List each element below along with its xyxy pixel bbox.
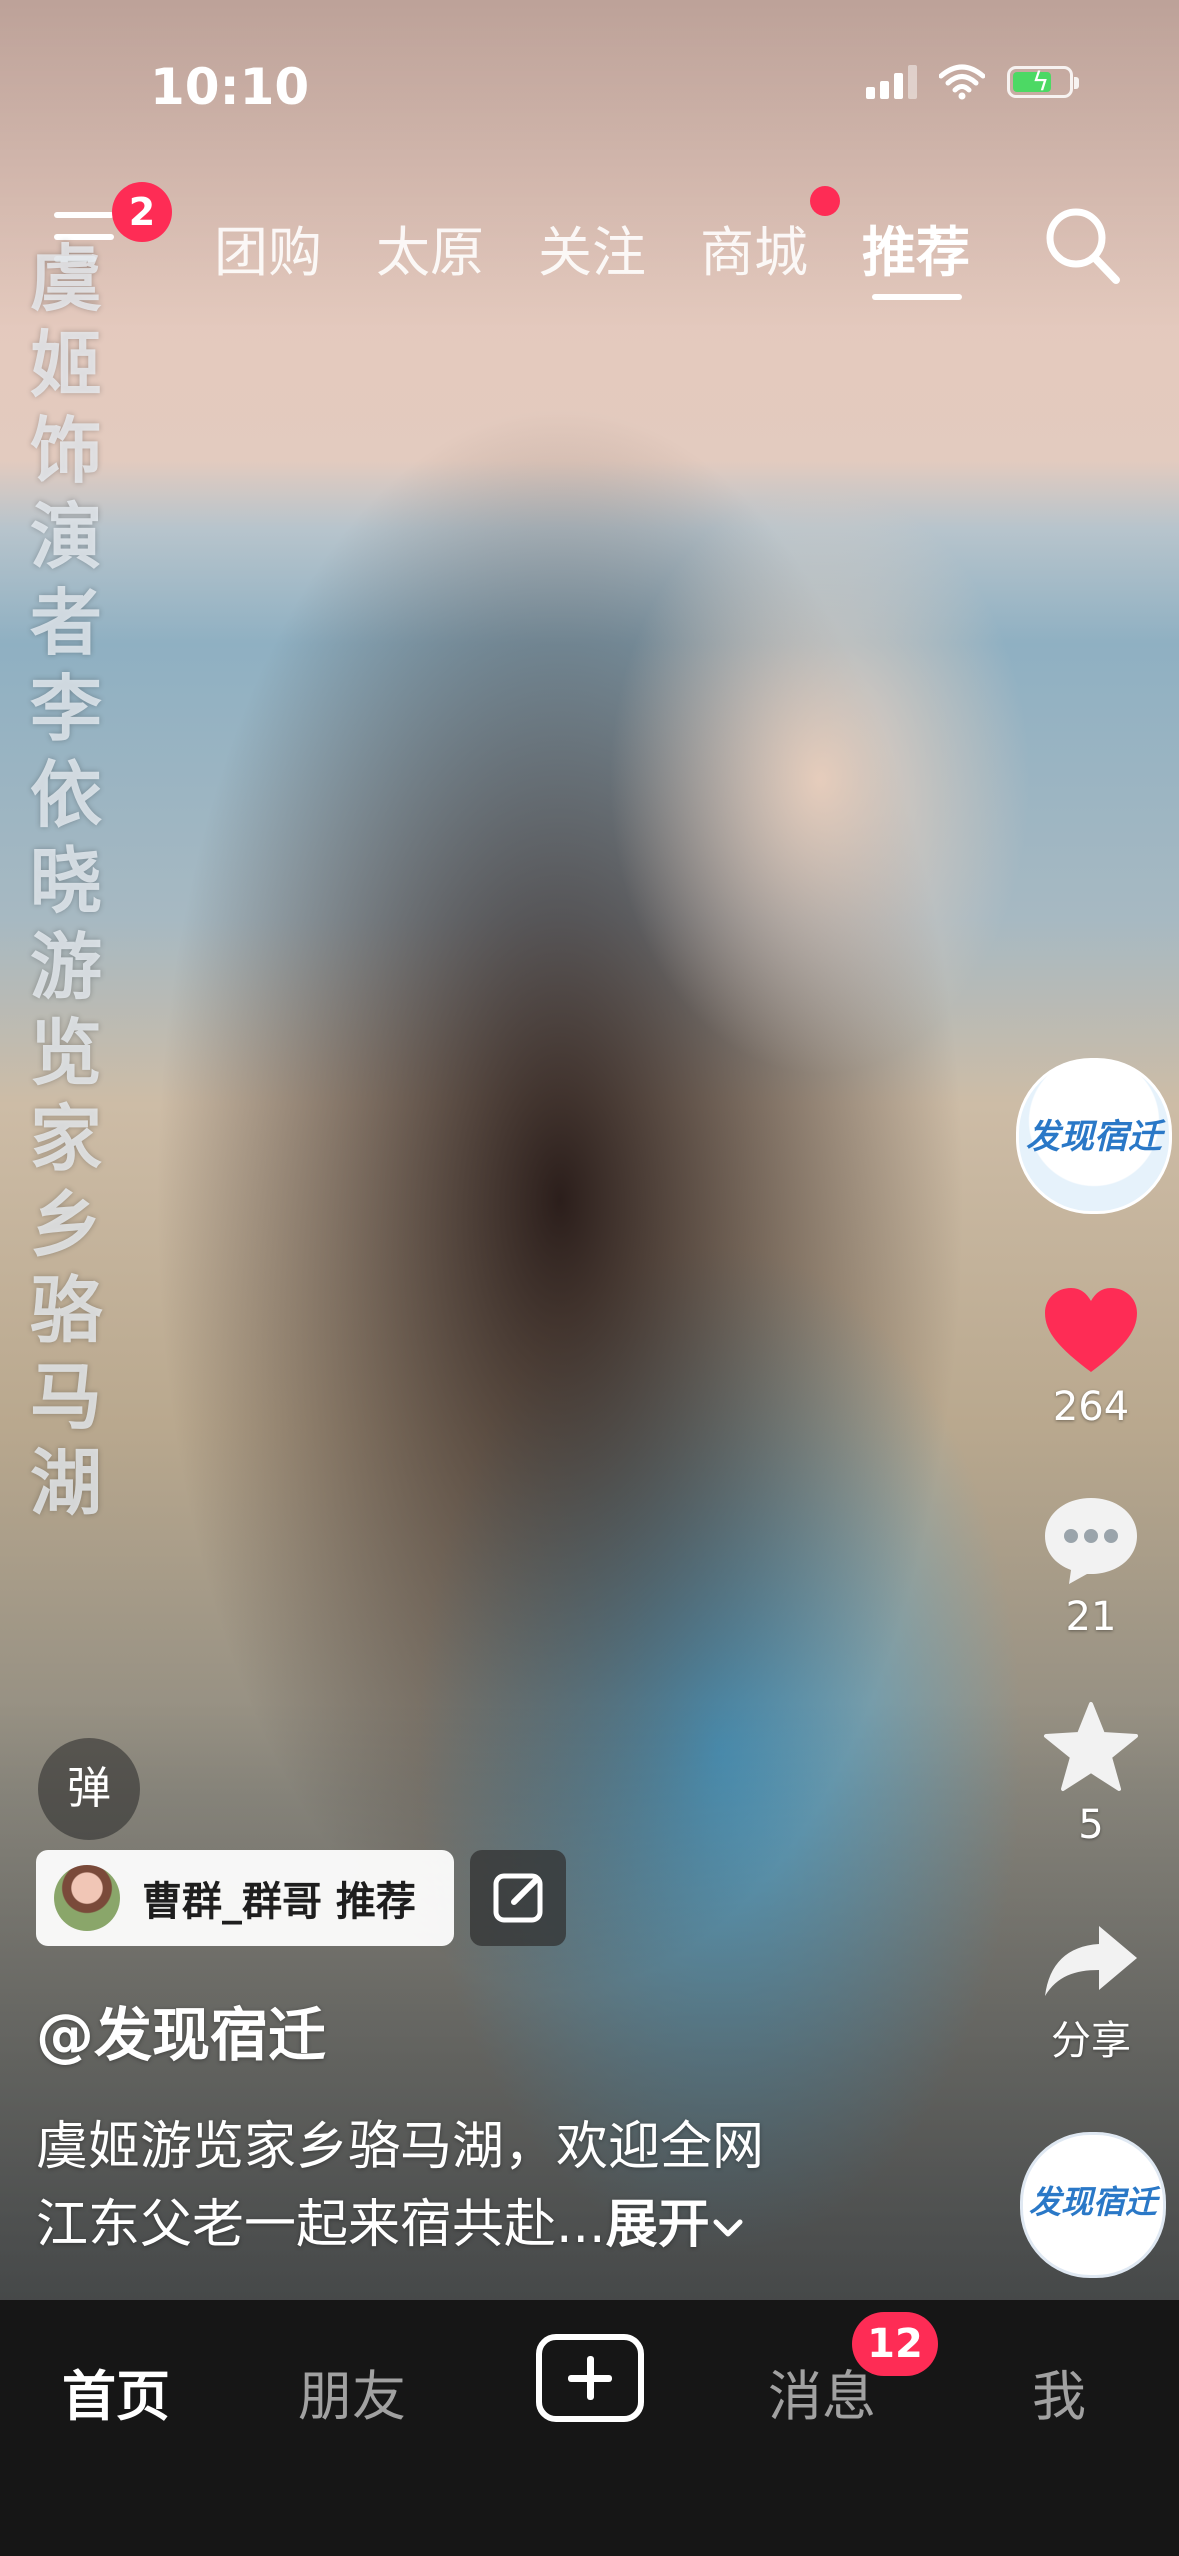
favorite-count: 5: [1078, 1802, 1104, 1848]
chevron-down-icon: [713, 2219, 743, 2237]
star-icon: [1044, 1702, 1138, 1791]
signal-icon: [866, 65, 917, 99]
tab-group-buy[interactable]: 团购: [214, 208, 322, 287]
like-count: 264: [1052, 1384, 1130, 1430]
music-disc-avatar[interactable]: 发现宿迁: [1020, 2132, 1166, 2278]
edit-icon: [493, 1873, 543, 1923]
recommender-avatar: [54, 1865, 120, 1931]
comment-icon: [1045, 1498, 1137, 1584]
tab-following[interactable]: 关注: [538, 208, 646, 287]
tab-recommended[interactable]: 推荐: [862, 208, 970, 287]
danmu-toggle-button[interactable]: 弹: [38, 1738, 140, 1840]
nav-friends[interactable]: 朋友: [298, 2352, 406, 2431]
nav-home[interactable]: 首页: [62, 2352, 170, 2431]
description-line-1: 虞姬游览家乡骆马湖，欢迎全网: [36, 2117, 765, 2177]
creator-avatar-text: 发现宿迁: [1026, 1117, 1162, 1157]
edit-recommend-button[interactable]: [470, 1850, 566, 1946]
messages-badge: 12: [852, 2312, 938, 2376]
account-name[interactable]: @发现宿迁: [36, 1988, 326, 2072]
active-tab-indicator: [872, 294, 962, 300]
expand-link[interactable]: 展开: [606, 2195, 710, 2255]
creator-avatar[interactable]: 发现宿迁: [1016, 1058, 1172, 1214]
video-description[interactable]: 虞姬游览家乡骆马湖，欢迎全网 江东父老一起来宿共赴...展开: [36, 2108, 936, 2264]
wifi-icon: [939, 64, 985, 100]
share-button[interactable]: 分享: [1026, 1920, 1156, 2066]
battery-icon: ϟ: [1007, 66, 1079, 98]
comment-count: 21: [1065, 1594, 1117, 1640]
description-line-2: 江东父老一起来宿共赴...: [36, 2195, 606, 2255]
share-label: 分享: [1051, 2018, 1131, 2064]
search-icon: [1046, 208, 1120, 284]
status-time: 10:10: [150, 58, 310, 116]
like-button[interactable]: 264: [1026, 1286, 1156, 1430]
status-icons: ϟ: [866, 64, 1079, 100]
share-arrow-icon: [1045, 1926, 1137, 1996]
nav-me[interactable]: 我: [1032, 2352, 1086, 2431]
video-vertical-caption: 虞姬饰演者李依晓游览家乡骆马湖: [30, 236, 103, 1525]
search-button[interactable]: [1042, 200, 1122, 290]
recommender-chip[interactable]: 曹群_群哥 推荐: [36, 1850, 454, 1946]
music-disc-text: 发现宿迁: [1028, 2183, 1157, 2221]
comment-button[interactable]: 21: [1026, 1494, 1156, 1640]
tab-mall[interactable]: 商城: [700, 208, 808, 287]
tab-local-city[interactable]: 太原: [376, 208, 484, 287]
create-button[interactable]: [536, 2334, 644, 2422]
mall-notification-dot: [810, 186, 840, 216]
menu-badge: 2: [112, 182, 172, 242]
recommender-text: 曹群_群哥 推荐: [142, 1879, 416, 1925]
heart-icon: [1045, 1288, 1137, 1372]
favorite-button[interactable]: 5: [1026, 1700, 1156, 1848]
